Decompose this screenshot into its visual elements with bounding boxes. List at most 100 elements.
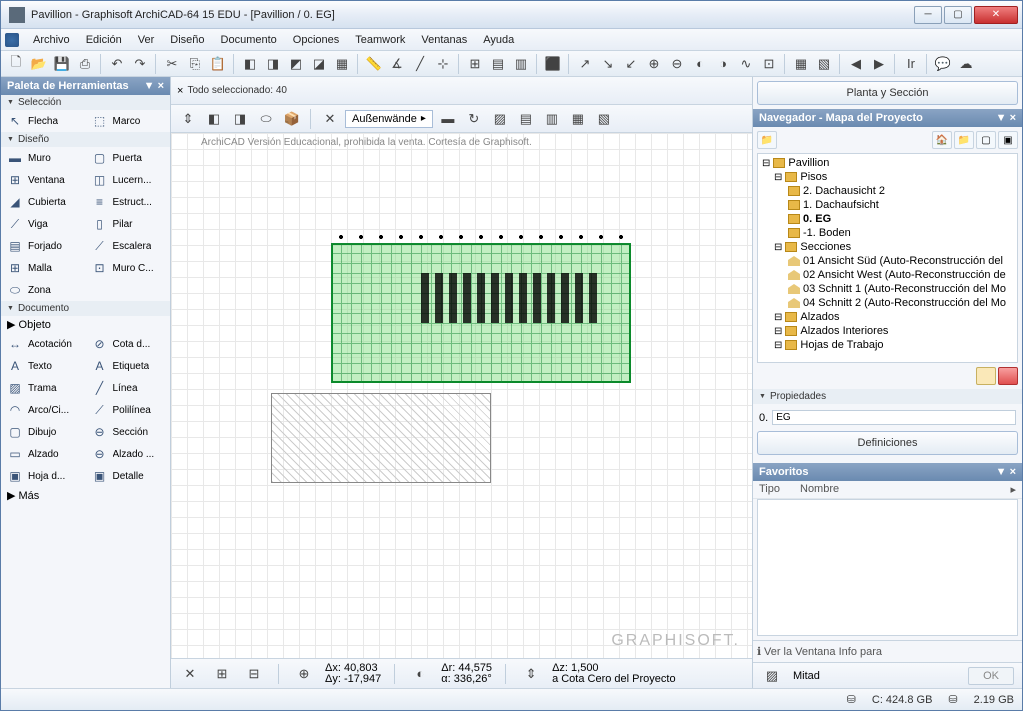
drawing-canvas[interactable]: ArchiCAD Versión Educacional, prohibida …: [171, 133, 752, 658]
arrow-icon[interactable]: ↗: [574, 53, 596, 75]
menu-ver[interactable]: Ver: [130, 32, 163, 48]
snap-icon[interactable]: ⊟: [243, 663, 265, 685]
maximize-button[interactable]: ▢: [944, 6, 972, 24]
tool-icon[interactable]: ◨: [229, 108, 251, 130]
tool-etiqueta[interactable]: AEtiqueta: [86, 355, 171, 377]
tree-item[interactable]: 02 Ansicht West (Auto-Reconstrucción de: [760, 268, 1015, 282]
tool-icon[interactable]: ⊡: [758, 53, 780, 75]
nav-icon[interactable]: ◀: [845, 53, 867, 75]
angle-icon[interactable]: ∡: [386, 53, 408, 75]
tool-estruct-[interactable]: ≡Estruct...: [86, 191, 171, 213]
minimize-button[interactable]: ─: [914, 6, 942, 24]
print-icon[interactable]: ⎙: [74, 53, 96, 75]
save-icon[interactable]: 💾: [51, 53, 73, 75]
hatch-icon[interactable]: ▨: [489, 108, 511, 130]
tool-polil-nea[interactable]: ⟋Polilínea: [86, 399, 171, 421]
tool-acotaci-n[interactable]: ↔Acotación: [1, 333, 86, 355]
layer-icon[interactable]: ▦: [790, 53, 812, 75]
snap-icon[interactable]: ✕: [179, 663, 201, 685]
new-icon[interactable]: 🗋: [5, 53, 27, 75]
action-button[interactable]: [976, 367, 996, 385]
hatch-icon[interactable]: ▤: [515, 108, 537, 130]
menu-documento[interactable]: Documento: [213, 32, 285, 48]
collapse-icon[interactable]: ▸: [1010, 483, 1016, 496]
section-diseno[interactable]: Diseño: [1, 132, 170, 147]
close-button[interactable]: ✕: [974, 6, 1018, 24]
tool-marco[interactable]: ⬚Marco: [86, 110, 171, 132]
hatch-icon[interactable]: ▧: [593, 108, 615, 130]
cut-icon[interactable]: ✂: [161, 53, 183, 75]
z-icon[interactable]: ⇕: [520, 663, 542, 685]
menu-opciones[interactable]: Opciones: [285, 32, 347, 48]
tree-item[interactable]: ⊟ Pavillion: [760, 156, 1015, 170]
tree-item[interactable]: ⊟ Alzados: [760, 310, 1015, 324]
close-icon[interactable]: ×: [177, 85, 183, 97]
tool-icon[interactable]: ◧: [239, 53, 261, 75]
tool-empty[interactable]: [86, 279, 171, 301]
tool-cubierta[interactable]: ◢Cubierta: [1, 191, 86, 213]
arrow-icon[interactable]: ↘: [597, 53, 619, 75]
tool-lucern-[interactable]: ◫Lucern...: [86, 169, 171, 191]
menu-archivo[interactable]: Archivo: [25, 32, 78, 48]
layer-icon[interactable]: ▧: [813, 53, 835, 75]
tree-item[interactable]: 1. Dachaufsicht: [760, 198, 1015, 212]
tool-pilar[interactable]: ▯Pilar: [86, 213, 171, 235]
tool-detalle[interactable]: ▣Detalle: [86, 465, 171, 487]
app-menu-icon[interactable]: [5, 33, 19, 47]
tool-icon[interactable]: ⊕: [643, 53, 665, 75]
tool-icon[interactable]: 📦: [281, 108, 303, 130]
tool-l-nea[interactable]: ╱Línea: [86, 377, 171, 399]
tool-alzado[interactable]: ▭Alzado: [1, 443, 86, 465]
line-icon[interactable]: ╱: [409, 53, 431, 75]
view-icon[interactable]: ▥: [510, 53, 532, 75]
tool-cota-d-[interactable]: ⊘Cota d...: [86, 333, 171, 355]
close-icon[interactable]: ▼ ×: [996, 112, 1016, 124]
tool-escalera[interactable]: ⟋Escalera: [86, 235, 171, 257]
tool-icon[interactable]: ◪: [308, 53, 330, 75]
tool-puerta[interactable]: ▢Puerta: [86, 147, 171, 169]
menu-ventanas[interactable]: Ventanas: [413, 32, 475, 48]
menu-teamwork[interactable]: Teamwork: [347, 32, 413, 48]
tool-icon[interactable]: ◨: [262, 53, 284, 75]
tool-malla[interactable]: ⊞Malla: [1, 257, 86, 279]
tool-hoja-d-[interactable]: ▣Hoja d...: [1, 465, 86, 487]
tool-icon[interactable]: ⬭: [255, 108, 277, 130]
section-objeto[interactable]: ▶ Objeto: [1, 316, 170, 333]
snap-icon[interactable]: ⊞: [211, 663, 233, 685]
tool-arco-ci-[interactable]: ◠Arco/Ci...: [1, 399, 86, 421]
grid-icon[interactable]: ⊞: [464, 53, 486, 75]
tool-icon[interactable]: ⊖: [666, 53, 688, 75]
tree-item[interactable]: ⊟ Pisos: [760, 170, 1015, 184]
ok-button[interactable]: OK: [968, 667, 1014, 685]
tool-ventana[interactable]: ⊞Ventana: [1, 169, 86, 191]
nav-icon[interactable]: ▢: [976, 131, 996, 149]
3d-icon[interactable]: ⬛: [542, 53, 564, 75]
tool-icon[interactable]: ▦: [331, 53, 353, 75]
undo-icon[interactable]: ↶: [106, 53, 128, 75]
prop-value-input[interactable]: [772, 410, 1016, 425]
tool-muro-c-[interactable]: ⊡Muro C...: [86, 257, 171, 279]
section-seleccion[interactable]: Selección: [1, 95, 170, 110]
tool-icon[interactable]: ◧: [203, 108, 225, 130]
menu-diseño[interactable]: Diseño: [162, 32, 212, 48]
layer-dropdown[interactable]: Außenwände ▸: [345, 110, 433, 128]
cloud-icon[interactable]: ☁: [955, 53, 977, 75]
close-icon[interactable]: ▼ ×: [996, 466, 1016, 478]
tool-icon[interactable]: ◑: [712, 53, 734, 75]
measure-icon[interactable]: 📏: [363, 53, 385, 75]
delete-button[interactable]: [998, 367, 1018, 385]
tool-trama[interactable]: ▨Trama: [1, 377, 86, 399]
paste-icon[interactable]: 📋: [207, 53, 229, 75]
tool-texto[interactable]: ATexto: [1, 355, 86, 377]
properties-header[interactable]: Propiedades: [753, 389, 1022, 404]
tree-item[interactable]: 0. EG: [760, 212, 1015, 226]
rotate-icon[interactable]: ↻: [463, 108, 485, 130]
view-icon[interactable]: ▤: [487, 53, 509, 75]
nav-icon[interactable]: 📁: [954, 131, 974, 149]
planta-seccion-button[interactable]: Planta y Sección: [757, 81, 1018, 105]
line-style-icon[interactable]: ▬: [437, 108, 459, 130]
tree-item[interactable]: 04 Schnitt 2 (Auto-Reconstrucción del Mo: [760, 296, 1015, 310]
origin-icon[interactable]: ⊕: [293, 663, 315, 685]
tree-item[interactable]: ⊟ Hojas de Trabajo: [760, 338, 1015, 352]
menu-edición[interactable]: Edición: [78, 32, 130, 48]
